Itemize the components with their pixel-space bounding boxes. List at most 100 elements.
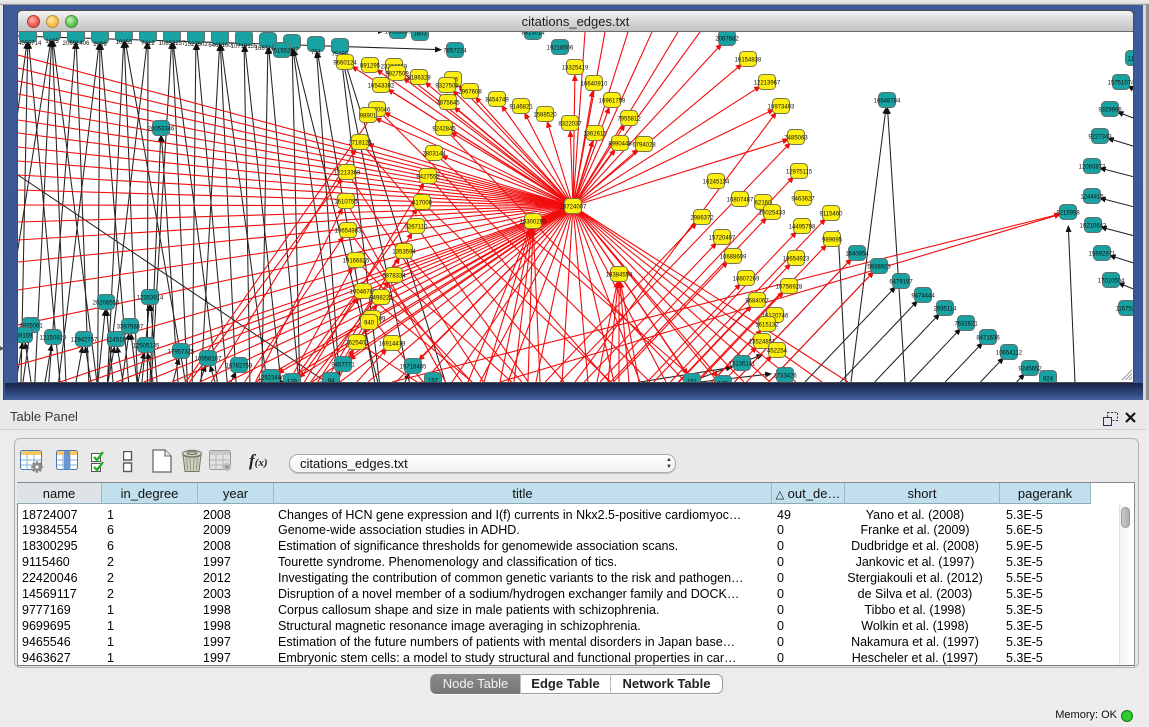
svg-text:16245134: 16245134 [703,180,730,186]
svg-text:20053346: 20053346 [148,127,175,133]
svg-text:7632621: 7632621 [954,322,978,328]
svg-text:2986372: 2986372 [690,216,714,222]
svg-text:891295: 891295 [360,64,381,70]
svg-text:1112: 1112 [1128,57,1133,63]
svg-text:6466160: 6466160 [208,43,232,49]
svg-text:9474444: 9474444 [911,294,935,300]
svg-text:1244415: 1244415 [1080,195,1104,201]
svg-text:17010504: 17010504 [1098,279,1125,285]
svg-text:15716485: 15716485 [400,365,427,371]
svg-text:9327508: 9327508 [435,84,459,90]
svg-text:17957325: 17957325 [168,350,195,356]
svg-text:989695: 989695 [822,238,843,244]
svg-text:9463627: 9463627 [791,197,815,203]
svg-text:94: 94 [328,379,335,383]
svg-text:8215958: 8215958 [1056,211,1080,217]
svg-text:5878334: 5878334 [382,274,406,280]
svg-text:1362615: 1362615 [583,132,607,138]
svg-text:13325419: 13325419 [562,66,589,72]
svg-text:9660124: 9660124 [333,61,357,67]
svg-text:2967608: 2967608 [458,90,482,96]
svg-text:1733426: 1733426 [773,374,797,380]
svg-text:157: 157 [428,379,439,383]
svg-text:452254: 452254 [767,349,788,355]
svg-text:15751074: 15751074 [1108,81,1133,87]
svg-text:10807487: 10807487 [727,198,754,204]
svg-text:20691406: 20691406 [63,41,90,47]
svg-text:12353914: 12353914 [137,296,164,302]
svg-text:10853257: 10853257 [159,41,186,47]
svg-text:12975115: 12975115 [786,170,813,176]
svg-text:924: 924 [1043,377,1054,383]
svg-text:15720407: 15720407 [709,236,736,242]
svg-text:8427552: 8427552 [416,175,440,181]
svg-text:10654112: 10654112 [996,351,1023,357]
svg-text:16033809: 16033809 [385,32,412,36]
svg-text:8990448: 8990448 [608,142,632,148]
svg-text:9498222: 9498222 [369,296,393,302]
svg-text:7515526: 7515526 [270,49,294,55]
svg-text:14495798: 14495798 [789,225,816,231]
svg-text:16961758: 16961758 [599,99,626,105]
svg-text:9457771: 9457771 [331,363,355,369]
svg-text:9146821: 9146821 [509,105,533,111]
svg-text:6794028: 6794028 [632,143,656,149]
svg-text:129: 129 [287,380,298,383]
svg-text:7625402: 7625402 [345,341,369,347]
svg-text:10958107: 10958107 [195,357,222,363]
svg-text:20206556: 20206556 [93,301,120,307]
svg-text:16640910: 16640910 [581,82,608,88]
svg-text:16648784: 16648784 [874,99,901,105]
svg-text:8454749: 8454749 [485,98,509,104]
svg-text:2718126: 2718126 [348,141,372,147]
svg-text:1610755: 1610755 [334,200,358,206]
svg-text:151: 151 [687,380,698,383]
svg-text:2935114: 2935114 [934,307,958,313]
svg-text:8471636: 8471636 [976,336,1000,342]
svg-text:9827509: 9827509 [385,72,409,78]
svg-text:7857224: 7857224 [443,49,467,55]
svg-text:19218506: 19218506 [547,46,574,52]
svg-text:19654923: 19654923 [783,257,810,263]
svg-text:9245652: 9245652 [1018,367,1042,373]
svg-text:1640954: 1640954 [845,252,869,258]
svg-text:7485063: 7485063 [784,136,808,142]
svg-text:14055714: 14055714 [18,41,42,47]
svg-text:9242845: 9242845 [432,127,456,133]
svg-text:417006: 417006 [412,201,433,207]
svg-text:15692971: 15692971 [1089,252,1116,258]
svg-text:16782759: 16782759 [226,364,253,370]
svg-text:16210643: 16210643 [1080,224,1107,230]
svg-text:3267110: 3267110 [405,225,429,231]
svg-text:12150829: 12150829 [40,336,67,342]
svg-text:2803144: 2803144 [422,152,446,158]
svg-text:114519: 114519 [106,338,126,344]
svg-text:12213369: 12213369 [334,171,361,177]
svg-text:16154838: 16154838 [735,58,762,64]
svg-text:12942757: 12942757 [71,338,98,344]
svg-text:6479197: 6479197 [889,280,913,286]
svg-text:5938923: 5938923 [867,265,891,271]
svg-text:18300295: 18300295 [520,220,547,226]
svg-text:16543382: 16543382 [368,84,395,90]
svg-text:10973493: 10973493 [768,105,795,111]
svg-text:9329966: 9329966 [1098,108,1122,114]
svg-text:1527602: 1527602 [184,42,208,48]
svg-text:1588520: 1588520 [533,113,557,119]
svg-text:39159: 39159 [18,334,33,340]
svg-text:940: 940 [364,321,375,327]
svg-text:8322037: 8322037 [558,122,582,128]
svg-text:2069: 2069 [93,42,107,48]
svg-text:19166825: 19166825 [343,259,370,265]
svg-text:751: 751 [311,50,322,56]
svg-text:18724007: 18724007 [560,205,587,211]
svg-text:1353594: 1353594 [392,250,416,256]
svg-text:19654983: 19654983 [335,229,362,235]
svg-text:1603: 1603 [413,32,427,38]
svg-text:98901: 98901 [360,114,377,120]
svg-text:7955812: 7955812 [617,117,641,123]
svg-text:1167534: 1167534 [1116,307,1133,313]
svg-text:2087682: 2087682 [715,37,739,43]
svg-text:9227343: 9227343 [1088,135,1112,141]
svg-text:8813014: 8813014 [521,32,545,37]
